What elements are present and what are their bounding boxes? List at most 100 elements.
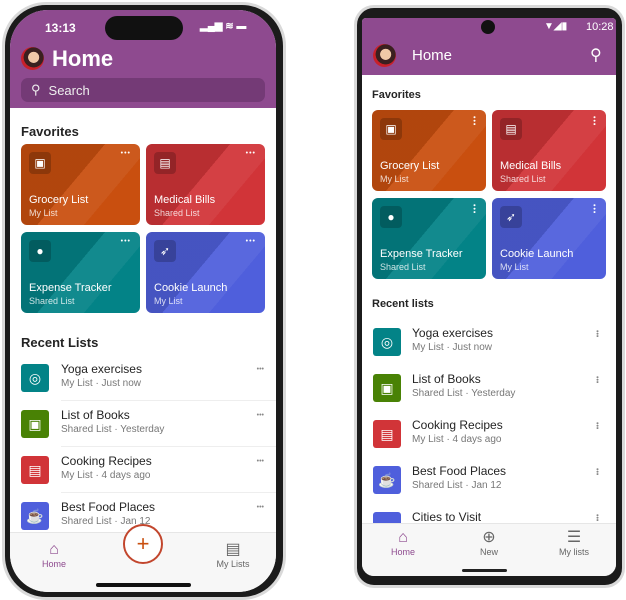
list-item[interactable]: ☕ Best Food Places Shared List · Jan 12 ••• [362,462,616,508]
bottom-nav: ⌂ Home + ▤ My Lists [10,524,276,592]
status-icons: ▼◢▮ [544,21,568,32]
new-list-button[interactable]: + [123,524,163,564]
divider [61,492,276,493]
clipboard-icon: ▤ [373,420,401,448]
more-horizontal-icon[interactable]: ••• [257,366,264,373]
more-horizontal-icon[interactable]: ••• [121,238,131,245]
clipboard-icon: ▤ [500,118,522,140]
menu-icon: ☰ [566,529,582,546]
list-item[interactable]: ◎ Yoga exercises My List · Just now ••• [362,324,616,370]
avatar[interactable] [21,47,44,70]
rocket-icon: ➶ [154,240,176,262]
nav-my-lists[interactable]: ☰ My lists [544,529,604,557]
piggy-bank-icon: ● [380,206,402,228]
search-icon[interactable]: ⚲ [590,45,602,65]
nav-new[interactable]: ⊕ New [459,529,519,557]
favorite-card[interactable]: ▤ ••• Medical Bills Shared List [492,110,606,191]
recent-heading: Recent Lists [21,335,99,350]
more-vertical-icon[interactable]: ••• [593,330,600,337]
coffee-icon: ☕ [21,502,49,530]
list-name: Cities to Visit [412,510,482,524]
favorite-card[interactable]: ▣ ••• Grocery List My List [21,144,140,225]
home-indicator [96,583,191,587]
target-icon: ◎ [373,328,401,356]
coffee-icon: ☕ [373,466,401,494]
list-item[interactable]: ▤ Cooking Recipes My List · 4 days ago ••• [10,452,276,498]
box-icon: ▣ [380,118,402,140]
box-icon: ▣ [29,152,51,174]
more-vertical-icon[interactable]: ••• [593,514,600,521]
home-icon: ⌂ [49,541,59,558]
avatar[interactable] [373,44,396,67]
more-horizontal-icon[interactable]: ••• [246,238,256,245]
more-horizontal-icon[interactable]: ••• [257,458,264,465]
list-name: Yoga exercises [61,362,142,376]
list-name: List of Books [61,408,130,422]
list-item[interactable]: ◎ Yoga exercises My List · Just now ••• [10,360,276,406]
favorite-subtitle: Shared List [154,208,200,218]
list-item[interactable]: ▤ Cooking Recipes My List · 4 days ago ••• [362,416,616,462]
more-vertical-icon[interactable]: ••• [590,204,597,214]
nav-home[interactable]: ⌂ Home [24,541,84,569]
box-icon: ▣ [21,410,49,438]
android-screen: ▼◢▮ 10:28 Home ⚲ Favorites ▣ ••• Grocery L… [362,18,616,576]
more-vertical-icon[interactable]: ••• [590,116,597,126]
list-subtitle: Shared List · Yesterday [61,424,165,435]
list-item[interactable]: ▣ List of Books Shared List · Yesterday ••• [362,370,616,416]
list-subtitle: My List · Just now [412,342,493,353]
favorite-subtitle: My List [500,262,529,272]
favorite-subtitle: Shared List [29,296,75,306]
more-vertical-icon[interactable]: ••• [593,422,600,429]
camera-cutout [481,20,495,34]
list-subtitle: Shared List · Jan 12 [412,480,502,491]
nav-my-lists[interactable]: ▤ My Lists [203,541,263,569]
more-horizontal-icon[interactable]: ••• [246,150,256,157]
list-subtitle: My List · 4 days ago [412,434,502,445]
list-name: Cooking Recipes [61,454,152,468]
more-vertical-icon[interactable]: ••• [593,376,600,383]
favorite-card[interactable]: ➶ ••• Cookie Launch My List [146,232,265,313]
clipboard-icon: ▤ [154,152,176,174]
more-vertical-icon[interactable]: ••• [470,116,477,126]
favorite-name: Expense Tracker [380,248,463,260]
list-icon: ▤ [225,541,241,558]
list-subtitle: My List · 4 days ago [61,470,151,481]
more-vertical-icon[interactable]: ••• [470,204,477,214]
list-name: Best Food Places [412,464,507,478]
favorite-card[interactable]: ➶ ••• Cookie Launch My List [492,198,606,279]
status-time: 10:28 [586,21,614,33]
rocket-icon: ➶ [500,206,522,228]
favorite-card[interactable]: ▤ ••• Medical Bills Shared List [146,144,265,225]
list-item[interactable]: ▣ List of Books Shared List · Yesterday ••• [10,406,276,452]
favorite-name: Medical Bills [154,194,216,206]
favorite-card[interactable]: ● ••• Expense Tracker Shared List [21,232,140,313]
iphone-screen: 13:13 ▂▄▆ ≋ ▬ Home ⚲ Search Favorites ▣ •… [10,10,276,592]
page-title: Home [412,47,453,64]
more-horizontal-icon[interactable]: ••• [257,504,264,511]
piggy-bank-icon: ● [29,240,51,262]
list-name: List of Books [412,372,481,386]
more-horizontal-icon[interactable]: ••• [257,412,264,419]
favorite-card[interactable]: ● ••• Expense Tracker Shared List [372,198,486,279]
nav-home[interactable]: ⌂ Home [373,529,433,557]
add-circle-icon: ⊕ [482,529,496,546]
status-time: 13:13 [45,21,76,35]
more-vertical-icon[interactable]: ••• [593,468,600,475]
favorites-heading: Favorites [21,124,79,139]
more-horizontal-icon[interactable]: ••• [121,150,131,157]
favorite-name: Cookie Launch [500,248,574,260]
favorites-heading: Favorites [372,89,421,101]
recent-heading: Recent lists [372,298,434,310]
search-placeholder: Search [48,82,90,98]
home-icon: ⌂ [398,529,408,546]
favorite-subtitle: Shared List [500,174,546,184]
favorite-subtitle: My List [380,174,409,184]
box-icon: ▣ [373,374,401,402]
favorite-card[interactable]: ▣ ••• Grocery List My List [372,110,486,191]
favorite-name: Expense Tracker [29,282,112,294]
search-input[interactable]: ⚲ Search [21,78,265,102]
list-name: Yoga exercises [412,326,493,340]
clipboard-icon: ▤ [21,456,49,484]
favorite-subtitle: My List [154,296,183,306]
list-subtitle: My List · Just now [61,378,142,389]
